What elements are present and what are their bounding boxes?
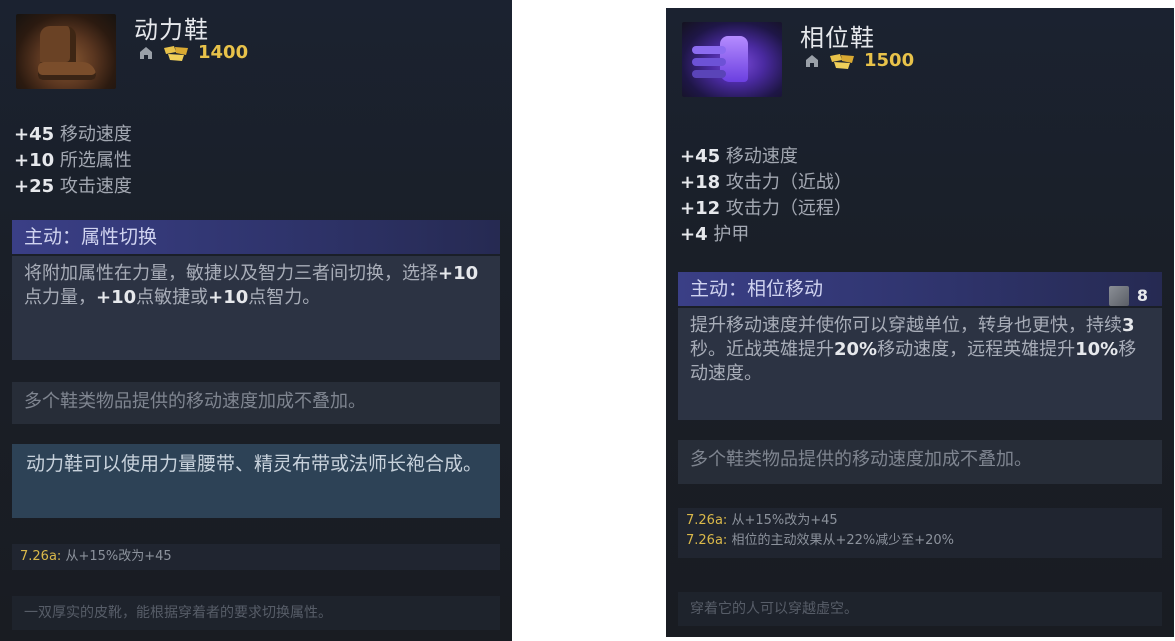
patch-notes: 7.26a: 从+15%改为+45 bbox=[12, 544, 500, 570]
item-name: 相位鞋 bbox=[800, 24, 875, 52]
tooltip-header: 动力鞋 1400 bbox=[0, 0, 512, 110]
item-tooltip-power-treads: 动力鞋 1400 +45 移动速度 +10 所选属性 +25 攻击速度 主动：属… bbox=[0, 0, 512, 641]
patch-note-line: 7.26a: 从+15%改为+45 bbox=[686, 513, 838, 528]
item-name: 动力鞋 bbox=[134, 16, 209, 44]
lore-text: 一双厚实的皮靴，能根据穿着者的要求切换属性。 bbox=[12, 596, 500, 630]
item-tooltip-phase-boots: 相位鞋 1500 +45 移动速度 +18 攻击力（近战） +12 攻击力（远程… bbox=[666, 8, 1174, 637]
active-ability-description: 将附加属性在力量，敏捷以及智力三者间切换，选择+10点力量，+10点敏捷或+10… bbox=[12, 256, 500, 360]
recipe-note: 动力鞋可以使用力量腰带、精灵布带或法师长袍合成。 bbox=[12, 444, 500, 518]
gold-icon bbox=[830, 53, 854, 69]
cost-row: 1400 bbox=[138, 42, 248, 63]
cost-row: 1500 bbox=[804, 50, 914, 71]
stat-line: +45 移动速度 bbox=[680, 146, 798, 167]
stats-list: +45 移动速度 +10 所选属性 +25 攻击速度 bbox=[14, 122, 132, 200]
stacking-note: 多个鞋类物品提供的移动速度加成不叠加。 bbox=[12, 382, 500, 424]
active-ability-description: 提升移动速度并使你可以穿越单位，转身也更快，持续3秒。近战英雄提升20%移动速度… bbox=[678, 308, 1162, 420]
power-treads-icon bbox=[16, 14, 116, 89]
patch-notes: 7.26a: 从+15%改为+45 7.26a: 相位的主动效果从+22%减少至… bbox=[678, 508, 1162, 558]
item-cost: 1400 bbox=[198, 42, 249, 63]
patch-note-line: 7.26a: 相位的主动效果从+22%减少至+20% bbox=[686, 533, 955, 548]
gold-icon bbox=[164, 45, 188, 61]
lore-text: 穿着它的人可以穿越虚空。 bbox=[678, 592, 1162, 626]
stats-list: +45 移动速度 +18 攻击力（近战） +12 攻击力（远程） +4 护甲 bbox=[680, 144, 852, 248]
active-ability-title: 主动：相位移动 8 bbox=[678, 272, 1162, 306]
stat-line: +18 攻击力（近战） bbox=[680, 172, 852, 193]
phase-boots-icon bbox=[682, 22, 782, 97]
tooltip-header: 相位鞋 1500 bbox=[666, 8, 1174, 118]
shop-icon bbox=[806, 54, 818, 67]
active-ability-title: 主动：属性切换 bbox=[12, 220, 500, 254]
stat-line: +4 护甲 bbox=[680, 224, 750, 245]
shop-icon bbox=[140, 46, 152, 59]
stat-line: +10 所选属性 bbox=[14, 150, 132, 171]
stat-line: +12 攻击力（远程） bbox=[680, 198, 852, 219]
item-cost: 1500 bbox=[864, 50, 915, 71]
cooldown-icon bbox=[1108, 286, 1129, 306]
stat-line: +45 移动速度 bbox=[14, 124, 132, 145]
stacking-note: 多个鞋类物品提供的移动速度加成不叠加。 bbox=[678, 440, 1162, 484]
stat-line: +25 攻击速度 bbox=[14, 176, 132, 197]
